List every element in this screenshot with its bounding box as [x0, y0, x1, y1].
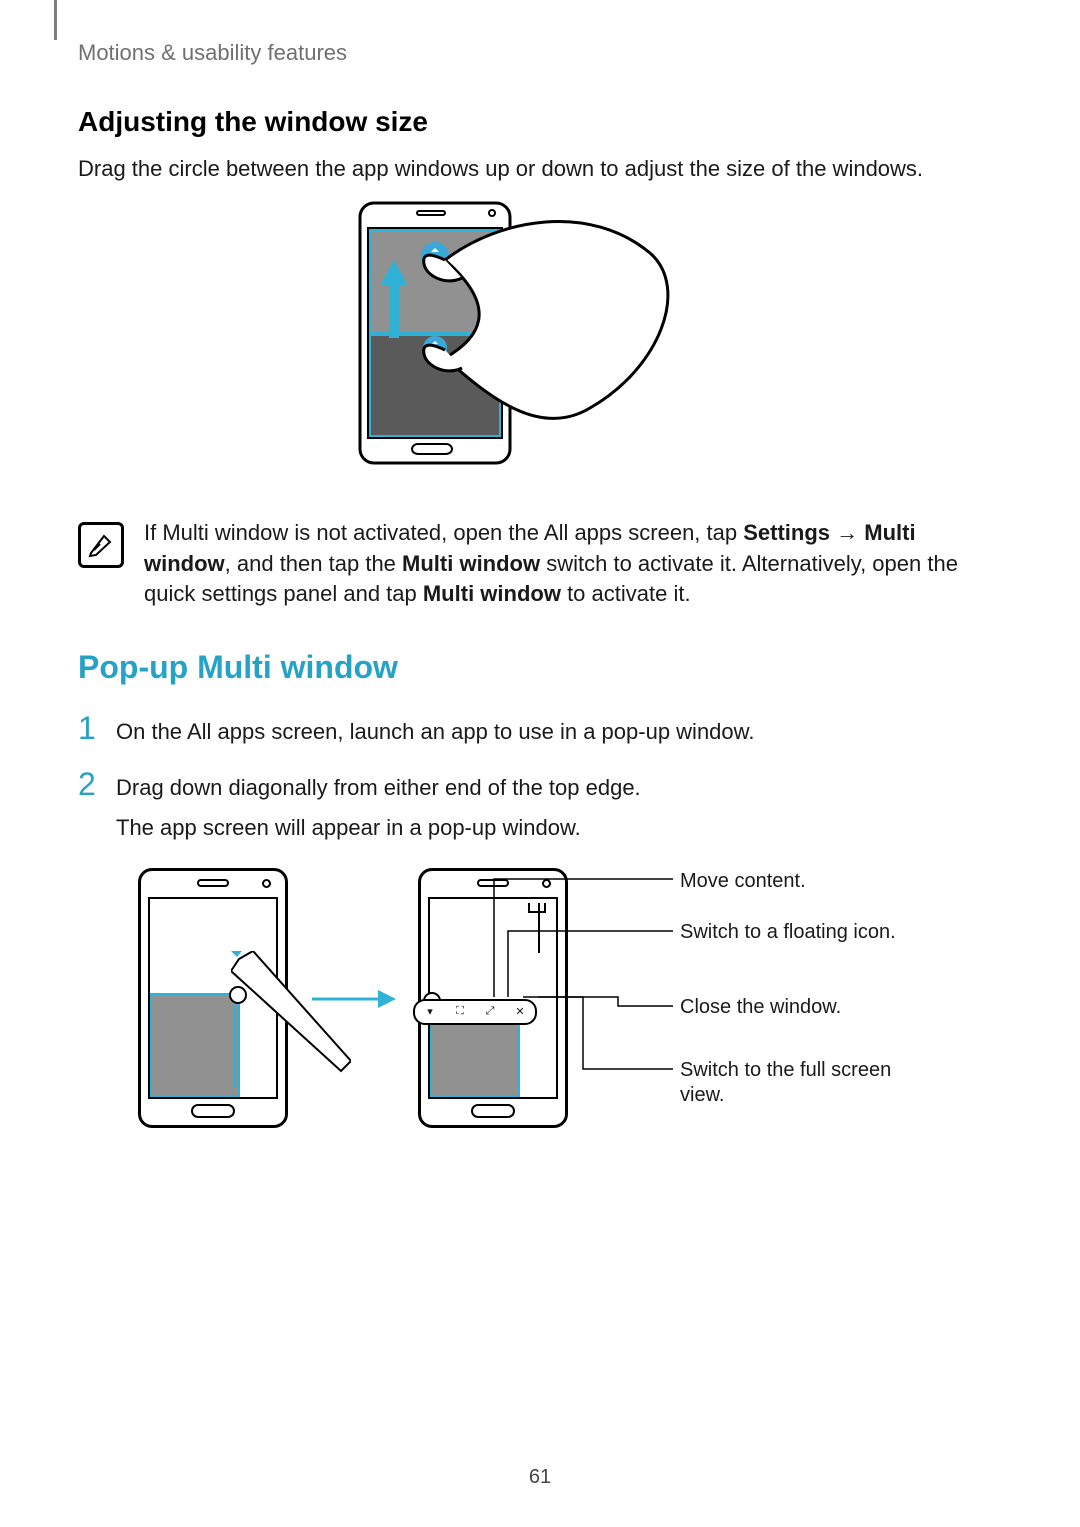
illustration-drag-divider — [350, 198, 730, 488]
popup-toolbar: ▾ ⛶ ⤢ ✕ — [413, 999, 537, 1025]
figure-adjust-size — [78, 198, 1002, 488]
figure-popup-window: ▾ ⛶ ⤢ ✕ Move content. Switch to a floati… — [118, 864, 998, 1144]
popup-fullscreen-icon[interactable]: ⤢ — [482, 1005, 498, 1018]
step-2: 2 Drag down diagonally from either end o… — [78, 768, 1002, 844]
illustration-phone-right: ▾ ⛶ ⤢ ✕ — [418, 868, 568, 1128]
note-text: If Multi window is not activated, open t… — [144, 518, 1002, 609]
step-2-text-b: The app screen will appear in a pop-up w… — [116, 813, 641, 843]
callout-close-window: Close the window. — [680, 995, 841, 1020]
note-part: to activate it. — [561, 581, 691, 606]
breadcrumb: Motions & usability features — [78, 40, 1002, 66]
popup-close-icon[interactable]: ✕ — [512, 1005, 528, 1018]
heading-popup-multiwindow: Pop-up Multi window — [78, 649, 1002, 686]
illustration-phone-left — [138, 868, 288, 1128]
step-1: 1 On the All apps screen, launch an app … — [78, 712, 1002, 747]
step-number-2: 2 — [78, 768, 116, 800]
note-bold-mw3: Multi window — [423, 581, 561, 606]
callout-floating-icon: Switch to a floating icon. — [680, 920, 896, 945]
step-1-text: On the All apps screen, launch an app to… — [116, 712, 754, 747]
note-box: If Multi window is not activated, open t… — [78, 518, 1002, 609]
callout-move-content: Move content. — [680, 869, 806, 894]
page-number: 61 — [0, 1466, 1080, 1489]
step-2-text-a: Drag down diagonally from either end of … — [116, 773, 641, 803]
note-bold-mw2: Multi window — [402, 551, 540, 576]
heading-adjusting: Adjusting the window size — [78, 106, 1002, 138]
step-number-1: 1 — [78, 712, 116, 744]
note-icon — [78, 522, 124, 568]
header-tick — [54, 0, 57, 40]
note-bold-settings: Settings — [743, 520, 830, 545]
arrow-right-icon — [308, 984, 398, 1014]
text-adjusting-body: Drag the circle between the app windows … — [78, 154, 1002, 184]
note-part: If Multi window is not activated, open t… — [144, 520, 743, 545]
stylus-icon — [231, 951, 351, 1081]
note-part: , and then tap the — [225, 551, 402, 576]
popup-floating-icon[interactable]: ⛶ — [452, 1005, 468, 1018]
note-arrow: → — [830, 520, 864, 545]
popup-move-icon[interactable]: ▾ — [422, 1005, 438, 1018]
callout-full-screen: Switch to the full screen view. — [680, 1058, 900, 1108]
